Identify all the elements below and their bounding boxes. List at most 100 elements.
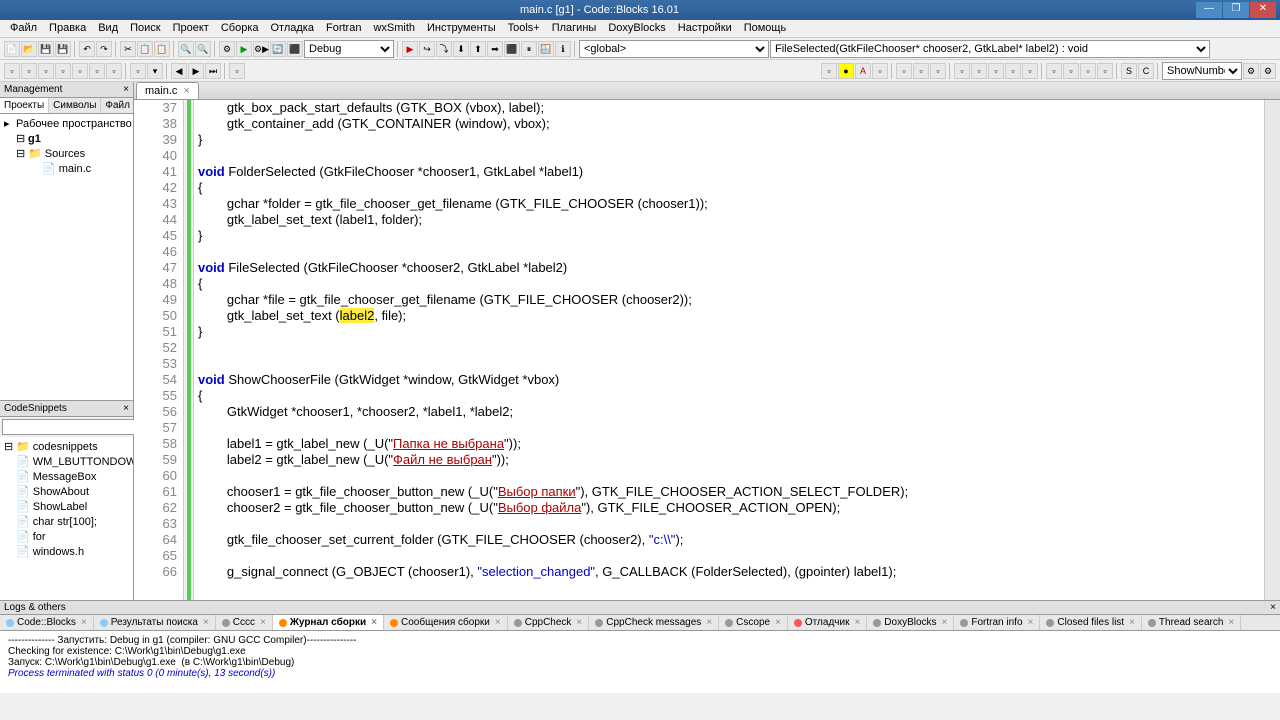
snippet-item[interactable]: 📄 MessageBox xyxy=(2,469,131,484)
tb2-misc[interactable]: ▫ xyxy=(229,63,245,79)
logs-close-icon[interactable]: × xyxy=(1270,602,1276,613)
snippets-search-input[interactable] xyxy=(2,419,136,435)
breakpoint-button[interactable]: ⏸ xyxy=(521,41,537,57)
block1-button[interactable]: ▫ xyxy=(896,63,912,79)
menu-файл[interactable]: Файл xyxy=(4,20,43,37)
scope-select[interactable]: <global> xyxy=(579,40,769,58)
minimize-button[interactable]: — xyxy=(1196,2,1222,18)
comment4-button[interactable]: ▫ xyxy=(1005,63,1021,79)
debug-step-button[interactable]: ⤵ xyxy=(436,41,452,57)
debug-stop-button[interactable]: ⬛ xyxy=(504,41,520,57)
mark-button[interactable]: A xyxy=(855,63,871,79)
block2-button[interactable]: ▫ xyxy=(913,63,929,79)
doxy2-button[interactable]: ▫ xyxy=(1063,63,1079,79)
nav-back-button[interactable]: ◀ xyxy=(171,63,187,79)
replace-button[interactable]: 🔍 xyxy=(195,41,211,57)
code-content[interactable]: gtk_box_pack_start_defaults (GTK_BOX (vb… xyxy=(194,100,1264,600)
open-button[interactable]: 📂 xyxy=(21,41,37,57)
tb2-1[interactable]: ▫ xyxy=(4,63,20,79)
maximize-button[interactable]: ❐ xyxy=(1223,2,1249,18)
menu-tools+[interactable]: Tools+ xyxy=(502,20,546,37)
comment5-button[interactable]: ▫ xyxy=(1022,63,1038,79)
build-run-button[interactable]: ⚙▶ xyxy=(253,41,269,57)
mgmt-tab-2[interactable]: Файл xyxy=(101,98,135,113)
log-tab-2[interactable]: Cccc× xyxy=(216,615,273,630)
tb2-5[interactable]: ▫ xyxy=(72,63,88,79)
redo-button[interactable]: ↷ xyxy=(96,41,112,57)
step-out-button[interactable]: ⬆ xyxy=(470,41,486,57)
menu-плагины[interactable]: Плагины xyxy=(546,20,603,37)
log-tab-8[interactable]: Отладчик× xyxy=(788,615,867,630)
gear1-button[interactable]: ⚙ xyxy=(1243,63,1259,79)
file-node[interactable]: 📄 main.c xyxy=(2,161,131,176)
log-tab-10[interactable]: Fortran info× xyxy=(954,615,1040,630)
menu-отладка[interactable]: Отладка xyxy=(265,20,320,37)
find-button[interactable]: 🔍 xyxy=(178,41,194,57)
log-tab-1[interactable]: Результаты поиска× xyxy=(94,615,216,630)
tb2-7[interactable]: ▫ xyxy=(106,63,122,79)
debug-run-button[interactable]: ▶ xyxy=(402,41,418,57)
tb2-9[interactable]: ▾ xyxy=(147,63,163,79)
new-file-button[interactable]: 📄 xyxy=(4,41,20,57)
workspace-node[interactable]: ▸Рабочее пространство xyxy=(2,116,131,131)
snippet-item[interactable]: 📄 for xyxy=(2,529,131,544)
code-area[interactable]: 3738394041424344454647484950515253545556… xyxy=(134,100,1280,600)
snippet-item[interactable]: 📄 ShowLabel xyxy=(2,499,131,514)
log-tab-0[interactable]: Code::Blocks× xyxy=(0,615,94,630)
editor-tab-main[interactable]: main.c× xyxy=(136,82,199,99)
doxy1-button[interactable]: ▫ xyxy=(1046,63,1062,79)
stop-button[interactable]: ⬛ xyxy=(287,41,303,57)
tb2-3[interactable]: ▫ xyxy=(38,63,54,79)
symbol-select[interactable]: FileSelected(GtkFileChooser* chooser2, G… xyxy=(770,40,1210,58)
undo-button[interactable]: ↶ xyxy=(79,41,95,57)
menu-помощь[interactable]: Помощь xyxy=(738,20,793,37)
copy-button[interactable]: 📋 xyxy=(137,41,153,57)
rebuild-button[interactable]: 🔄 xyxy=(270,41,286,57)
nav-fwd-button[interactable]: ▶ xyxy=(188,63,204,79)
comment1-button[interactable]: ▫ xyxy=(954,63,970,79)
build-target-select[interactable]: Debug xyxy=(304,40,394,58)
project-tree[interactable]: ▸Рабочее пространство ⊟g1 ⊟📁 Sources 📄 m… xyxy=(0,114,133,400)
nav-last-button[interactable]: ⏭ xyxy=(205,63,221,79)
menu-проект[interactable]: Проект xyxy=(167,20,215,37)
menu-вид[interactable]: Вид xyxy=(92,20,124,37)
snippet-item[interactable]: 📄 WM_LBUTTONDOWN xyxy=(2,454,131,469)
letter-s-button[interactable]: S xyxy=(1121,63,1137,79)
menu-сборка[interactable]: Сборка xyxy=(215,20,265,37)
show-select[interactable]: ShowNumber xyxy=(1162,62,1242,80)
tb2-8[interactable]: ▫ xyxy=(130,63,146,79)
menu-doxyblocks[interactable]: DoxyBlocks xyxy=(602,20,671,37)
log-tab-5[interactable]: CppCheck× xyxy=(508,615,590,630)
log-tab-3[interactable]: Журнал сборки× xyxy=(273,615,384,630)
log-tab-11[interactable]: Closed files list× xyxy=(1040,615,1142,630)
snippets-close-icon[interactable]: × xyxy=(123,403,129,414)
tab-close-icon[interactable]: × xyxy=(183,85,189,97)
save-all-button[interactable]: 💾 xyxy=(55,41,71,57)
snippet-item[interactable]: 📄 windows.h xyxy=(2,544,131,559)
snippets-root[interactable]: ⊟📁 codesnippets xyxy=(2,439,131,454)
doxy4-button[interactable]: ▫ xyxy=(1097,63,1113,79)
debug-continue-button[interactable]: ↪ xyxy=(419,41,435,57)
debug-windows-button[interactable]: 🪟 xyxy=(538,41,554,57)
debug-info-button[interactable]: ℹ xyxy=(555,41,571,57)
cut-button[interactable]: ✂ xyxy=(120,41,136,57)
highlight-button[interactable]: ● xyxy=(838,63,854,79)
log-tab-6[interactable]: CppCheck messages× xyxy=(589,615,719,630)
tb2-2[interactable]: ▫ xyxy=(21,63,37,79)
vertical-scrollbar[interactable] xyxy=(1264,100,1280,600)
save-button[interactable]: 💾 xyxy=(38,41,54,57)
menu-wxsmith[interactable]: wxSmith xyxy=(367,20,421,37)
tb2-6[interactable]: ▫ xyxy=(89,63,105,79)
menu-fortran[interactable]: Fortran xyxy=(320,20,367,37)
log-content[interactable]: -------------- Запустить: Debug in g1 (c… xyxy=(0,631,1280,693)
mgmt-tab-0[interactable]: Проекты xyxy=(0,98,49,113)
comment2-button[interactable]: ▫ xyxy=(971,63,987,79)
tb2-4[interactable]: ▫ xyxy=(55,63,71,79)
gear2-button[interactable]: ⚙ xyxy=(1260,63,1276,79)
diff-button[interactable]: ▫ xyxy=(821,63,837,79)
snippets-tree[interactable]: ⊟📁 codesnippets 📄 WM_LBUTTONDOWN📄 Messag… xyxy=(0,437,133,600)
mgmt-tab-1[interactable]: Символы xyxy=(49,98,101,113)
log-tab-12[interactable]: Thread search× xyxy=(1142,615,1241,630)
step-into-button[interactable]: ⬇ xyxy=(453,41,469,57)
build-button[interactable]: ⚙ xyxy=(219,41,235,57)
